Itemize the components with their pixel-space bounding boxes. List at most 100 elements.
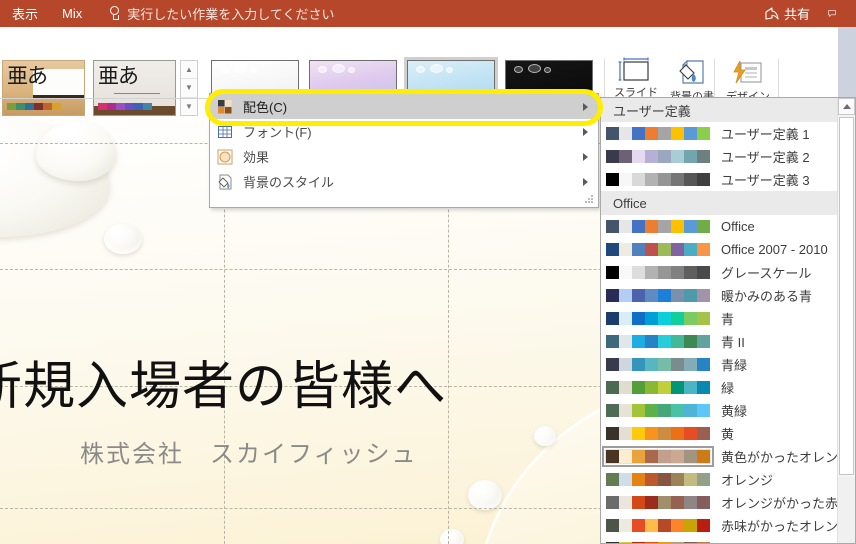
color-theme-swatches <box>605 311 711 326</box>
color-theme-row[interactable]: オレンジ <box>601 468 837 491</box>
right-pane-background <box>838 27 856 99</box>
font-grid-icon <box>216 123 234 141</box>
color-theme-label: オレンジがかった赤 <box>721 496 839 511</box>
color-theme-label: グレースケール <box>721 266 812 281</box>
paint-bucket-icon <box>675 57 709 89</box>
theme-thumbnail-glyph: 亜あ <box>98 64 139 88</box>
color-theme-swatches <box>605 357 711 372</box>
decorative-bubble-small <box>104 224 142 254</box>
color-theme-row[interactable]: 暖かみのある青 <box>601 284 837 307</box>
color-theme-label: 緑 <box>721 381 735 396</box>
color-theme-swatches <box>605 172 711 187</box>
theme-thumbnail-2[interactable]: 亜あ <box>93 60 176 116</box>
theme-thumbnail-1[interactable]: 亜あ <box>2 60 85 116</box>
slide-title[interactable]: 新規入場者の皆様へ <box>0 344 530 419</box>
theme-variants-menu: 配色(C) フォント(F) 効果 背景のスタイル <box>209 93 599 208</box>
color-theme-row[interactable]: ユーザー定義 1 <box>601 122 837 145</box>
background-style-icon <box>216 173 234 191</box>
theme-thumbnail-glyph: 亜あ <box>7 64 48 88</box>
menu-item-colors[interactable]: 配色(C) <box>210 94 598 119</box>
color-theme-flyout: ユーザー定義 ユーザー定義 1 ユーザー定義 2 ユーザー定義 3 Office Offi… <box>600 97 856 544</box>
color-theme-row[interactable]: 黄色がかったオレンジ <box>601 445 851 468</box>
share-icon <box>765 6 779 21</box>
decorative-bubble-small <box>534 426 556 446</box>
chevron-right-icon <box>583 152 588 161</box>
color-theme-swatches <box>605 149 711 164</box>
ribbon: 亜あ 亜あ ▲ ▼ ▼ スライド <box>0 27 856 123</box>
color-theme-label: 黄 <box>721 427 735 442</box>
chevron-right-icon <box>583 127 588 136</box>
scroll-up-button[interactable] <box>838 98 855 115</box>
color-theme-row[interactable]: 赤 <box>601 537 837 543</box>
slide-size-icon <box>617 57 655 85</box>
color-theme-label: 青 <box>721 312 735 327</box>
effects-circle-icon <box>216 148 234 166</box>
slide-subtitle[interactable]: 株式会社 スカイフィッシュ <box>80 434 418 469</box>
color-theme-row[interactable]: 青 <box>601 307 837 330</box>
color-theme-list: ユーザー定義 ユーザー定義 1 ユーザー定義 2 ユーザー定義 3 Office Offi… <box>601 98 851 543</box>
color-theme-label: オレンジ <box>721 473 774 488</box>
scrollbar-thumb[interactable] <box>839 117 854 475</box>
scrollbar-track[interactable] <box>838 477 855 543</box>
tell-me-placeholder: 実行したい作業を入力してください <box>127 7 335 22</box>
color-theme-row[interactable]: 青 II <box>601 330 837 353</box>
color-theme-row[interactable]: グレースケール <box>601 261 837 284</box>
gallery-more-button[interactable]: ▼ <box>181 98 197 115</box>
color-theme-label: 黄色がかったオレンジ <box>721 450 852 465</box>
color-theme-label: 赤味がかったオレンジ <box>721 519 852 534</box>
ribbon-tab-strip: 表示 Mix 実行したい作業を入力してください 共有 <box>0 0 856 27</box>
tab-mix[interactable]: Mix <box>50 0 94 27</box>
color-section-header: ユーザー定義 <box>601 98 837 122</box>
color-theme-row[interactable]: Office 2007 - 2010 <box>601 238 837 261</box>
color-theme-swatches <box>605 126 711 141</box>
theme-thumbnail-swatches <box>7 103 61 110</box>
flyout-scrollbar[interactable] <box>837 98 855 543</box>
color-theme-swatches <box>602 446 714 467</box>
share-label: 共有 <box>783 7 810 22</box>
color-theme-row[interactable]: 黄緑 <box>601 399 837 422</box>
menu-item-background-styles[interactable]: 背景のスタイル <box>210 169 598 194</box>
chevron-right-icon <box>583 177 588 186</box>
color-theme-swatches <box>605 495 711 510</box>
color-theme-label: 青 II <box>721 335 745 350</box>
theme-gallery-scrollbar[interactable]: ▲ ▼ ▼ <box>180 60 198 116</box>
decorative-bubble-medium <box>36 121 116 181</box>
color-theme-row[interactable]: 青緑 <box>601 353 837 376</box>
design-ideas-icon <box>731 57 765 89</box>
gallery-scroll-down-button[interactable]: ▼ <box>181 79 197 98</box>
comment-icon[interactable] <box>822 5 842 23</box>
color-theme-swatches <box>605 288 711 303</box>
powerpoint-window: 新規入場者の皆様へ 株式会社 スカイフィッシュ 亜あ 亜あ ▲ ▼ ▼ スライド… <box>0 0 856 544</box>
gallery-scroll-up-button[interactable]: ▲ <box>181 61 197 80</box>
color-theme-swatches <box>605 265 711 280</box>
color-theme-label: 赤 <box>721 539 734 543</box>
menu-item-label: 効果 <box>243 150 270 165</box>
menu-item-effects[interactable]: 効果 <box>210 144 598 169</box>
color-theme-row[interactable]: 赤味がかったオレンジ <box>601 514 851 537</box>
color-theme-swatches <box>605 518 711 533</box>
decorative-bubble-small <box>440 529 464 544</box>
color-theme-label: 暖かみのある青 <box>721 289 813 304</box>
color-theme-row[interactable]: Office <box>601 215 837 238</box>
resize-grip[interactable] <box>585 195 594 204</box>
color-theme-label: ユーザー定義 2 <box>721 150 810 165</box>
color-palette-icon <box>216 98 234 116</box>
color-theme-label: Office 2007 - 2010 <box>721 242 828 257</box>
color-theme-swatches <box>605 242 711 257</box>
decorative-bubble-small <box>468 480 502 510</box>
color-theme-label: ユーザー定義 1 <box>721 127 810 142</box>
menu-item-label: 背景のスタイル <box>243 175 335 190</box>
share-button[interactable]: 共有 <box>757 1 818 26</box>
color-theme-row[interactable]: ユーザー定義 3 <box>601 168 837 191</box>
color-theme-row[interactable]: ユーザー定義 2 <box>601 145 837 168</box>
color-theme-swatches <box>605 472 711 487</box>
color-theme-swatches <box>605 403 711 418</box>
color-theme-row[interactable]: オレンジがかった赤 <box>601 491 839 514</box>
color-theme-row[interactable]: 緑 <box>601 376 837 399</box>
tell-me-box[interactable]: 実行したい作業を入力してください <box>94 4 334 23</box>
color-section-header: Office <box>601 191 837 215</box>
color-theme-row[interactable]: 黄 <box>601 422 837 445</box>
menu-item-fonts[interactable]: フォント(F) <box>210 119 598 144</box>
tab-view[interactable]: 表示 <box>0 0 50 27</box>
menu-item-label: フォント(F) <box>243 125 312 140</box>
